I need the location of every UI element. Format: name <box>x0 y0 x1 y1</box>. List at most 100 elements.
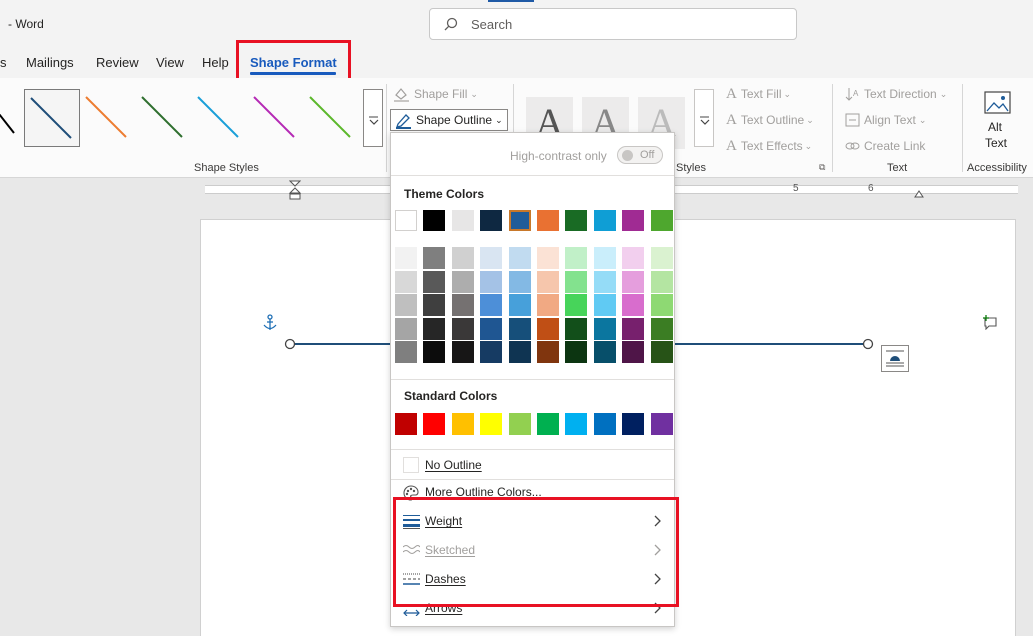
standard-color-swatch[interactable] <box>508 413 531 435</box>
theme-shade-swatch[interactable] <box>565 317 588 340</box>
theme-shade-swatch[interactable] <box>480 341 503 363</box>
standard-color-swatch[interactable] <box>593 413 616 435</box>
right-indent-marker[interactable] <box>914 186 924 198</box>
theme-shade-swatch[interactable] <box>593 270 616 293</box>
theme-shade-swatch[interactable] <box>395 341 417 363</box>
theme-shade-swatch[interactable] <box>451 247 474 269</box>
theme-shade-swatch[interactable] <box>565 341 588 363</box>
theme-shade-swatch[interactable] <box>537 317 559 340</box>
theme-shade-swatch[interactable] <box>508 294 531 316</box>
theme-shade-swatch[interactable] <box>508 317 531 340</box>
layout-options-icon[interactable] <box>881 345 909 372</box>
standard-color-swatch[interactable] <box>622 413 645 435</box>
create-link-button[interactable]: Create Link <box>845 135 925 157</box>
theme-shade-swatch[interactable] <box>451 270 474 293</box>
theme-shade-swatch[interactable] <box>537 341 559 363</box>
theme-shade-swatch[interactable] <box>622 294 645 316</box>
theme-shade-swatch[interactable] <box>451 341 474 363</box>
shape-fill-button[interactable]: Shape Fill ⌄ <box>393 83 478 105</box>
standard-color-swatch[interactable] <box>650 413 673 435</box>
shape-outline-button[interactable]: Shape Outline ⌄ <box>390 109 508 131</box>
standard-color-swatch[interactable] <box>565 413 588 435</box>
theme-shade-swatch[interactable] <box>423 294 446 316</box>
theme-color-swatch[interactable] <box>508 210 531 231</box>
theme-shade-swatch[interactable] <box>395 270 417 293</box>
tab-help[interactable]: Help <box>202 55 229 70</box>
theme-shade-swatch[interactable] <box>537 247 559 269</box>
theme-shade-swatch[interactable] <box>508 247 531 269</box>
theme-color-swatch[interactable] <box>451 210 474 231</box>
theme-shade-swatch[interactable] <box>622 247 645 269</box>
theme-shade-swatch[interactable] <box>451 294 474 316</box>
shape-style-swatch[interactable] <box>24 89 80 147</box>
indent-marker[interactable] <box>288 180 302 200</box>
theme-shade-swatch[interactable] <box>480 317 503 340</box>
tab-references-partial[interactable]: s <box>0 55 7 70</box>
theme-shade-swatch[interactable] <box>423 270 446 293</box>
wordart-more-button[interactable] <box>694 89 714 147</box>
search-input[interactable]: Search <box>429 8 797 40</box>
theme-color-swatch[interactable] <box>423 210 446 231</box>
theme-color-swatch[interactable] <box>480 210 503 231</box>
high-contrast-toggle[interactable]: Off <box>617 146 663 164</box>
standard-color-swatch[interactable] <box>395 413 417 435</box>
shape-style-swatch[interactable] <box>80 89 136 147</box>
standard-color-swatch[interactable] <box>537 413 559 435</box>
theme-shade-swatch[interactable] <box>622 317 645 340</box>
standard-color-swatch[interactable] <box>451 413 474 435</box>
shape-style-swatch[interactable] <box>192 89 248 147</box>
standard-color-swatch[interactable] <box>423 413 446 435</box>
theme-shade-swatch[interactable] <box>480 247 503 269</box>
dialog-launcher-icon[interactable]: ⧉ <box>819 162 825 173</box>
theme-color-swatch[interactable] <box>650 210 673 231</box>
theme-shade-swatch[interactable] <box>593 317 616 340</box>
gallery-more-button[interactable] <box>363 89 383 147</box>
theme-shade-swatch[interactable] <box>622 341 645 363</box>
shape-style-swatch[interactable] <box>0 89 26 147</box>
tab-mailings[interactable]: Mailings <box>26 55 74 70</box>
theme-shade-swatch[interactable] <box>650 294 673 316</box>
theme-shade-swatch[interactable] <box>480 294 503 316</box>
theme-shade-swatch[interactable] <box>423 341 446 363</box>
theme-shade-swatch[interactable] <box>508 270 531 293</box>
text-effects-button[interactable]: A Text Effects ⌄ <box>726 135 812 157</box>
tab-view[interactable]: View <box>156 55 184 70</box>
theme-shade-swatch[interactable] <box>650 247 673 269</box>
theme-shade-swatch[interactable] <box>451 317 474 340</box>
text-outline-button[interactable]: A Text Outline ⌄ <box>726 109 814 131</box>
tab-review[interactable]: Review <box>96 55 139 70</box>
text-direction-button[interactable]: A Text Direction ⌄ <box>845 83 947 105</box>
theme-shade-swatch[interactable] <box>395 294 417 316</box>
theme-shade-swatch[interactable] <box>650 341 673 363</box>
shape-style-swatch[interactable] <box>304 89 360 147</box>
align-text-button[interactable]: Align Text ⌄ <box>845 109 926 131</box>
theme-color-swatch[interactable] <box>622 210 645 231</box>
theme-shade-swatch[interactable] <box>593 247 616 269</box>
theme-shade-swatch[interactable] <box>395 247 417 269</box>
theme-shade-swatch[interactable] <box>593 341 616 363</box>
shape-style-swatch[interactable] <box>248 89 304 147</box>
theme-shade-swatch[interactable] <box>508 341 531 363</box>
theme-shade-swatch[interactable] <box>565 294 588 316</box>
theme-shade-swatch[interactable] <box>423 247 446 269</box>
shape-style-swatch[interactable] <box>136 89 192 147</box>
theme-shade-swatch[interactable] <box>537 294 559 316</box>
text-fill-button[interactable]: A Text Fill ⌄ <box>726 83 791 105</box>
standard-color-swatch[interactable] <box>480 413 503 435</box>
theme-shade-swatch[interactable] <box>537 270 559 293</box>
no-outline-item[interactable]: No Outline <box>392 451 673 479</box>
theme-shade-swatch[interactable] <box>622 270 645 293</box>
theme-color-swatch[interactable] <box>593 210 616 231</box>
theme-shade-swatch[interactable] <box>395 317 417 340</box>
theme-shade-swatch[interactable] <box>480 270 503 293</box>
theme-color-swatch[interactable] <box>565 210 588 231</box>
theme-color-swatch[interactable] <box>395 210 417 231</box>
theme-shade-swatch[interactable] <box>565 247 588 269</box>
theme-shade-swatch[interactable] <box>593 294 616 316</box>
theme-shade-swatch[interactable] <box>565 270 588 293</box>
theme-shade-swatch[interactable] <box>650 270 673 293</box>
theme-color-swatch[interactable] <box>537 210 559 231</box>
alt-text-button[interactable]: Alt Text <box>975 87 1021 153</box>
theme-shade-swatch[interactable] <box>650 317 673 340</box>
theme-shade-swatch[interactable] <box>423 317 446 340</box>
